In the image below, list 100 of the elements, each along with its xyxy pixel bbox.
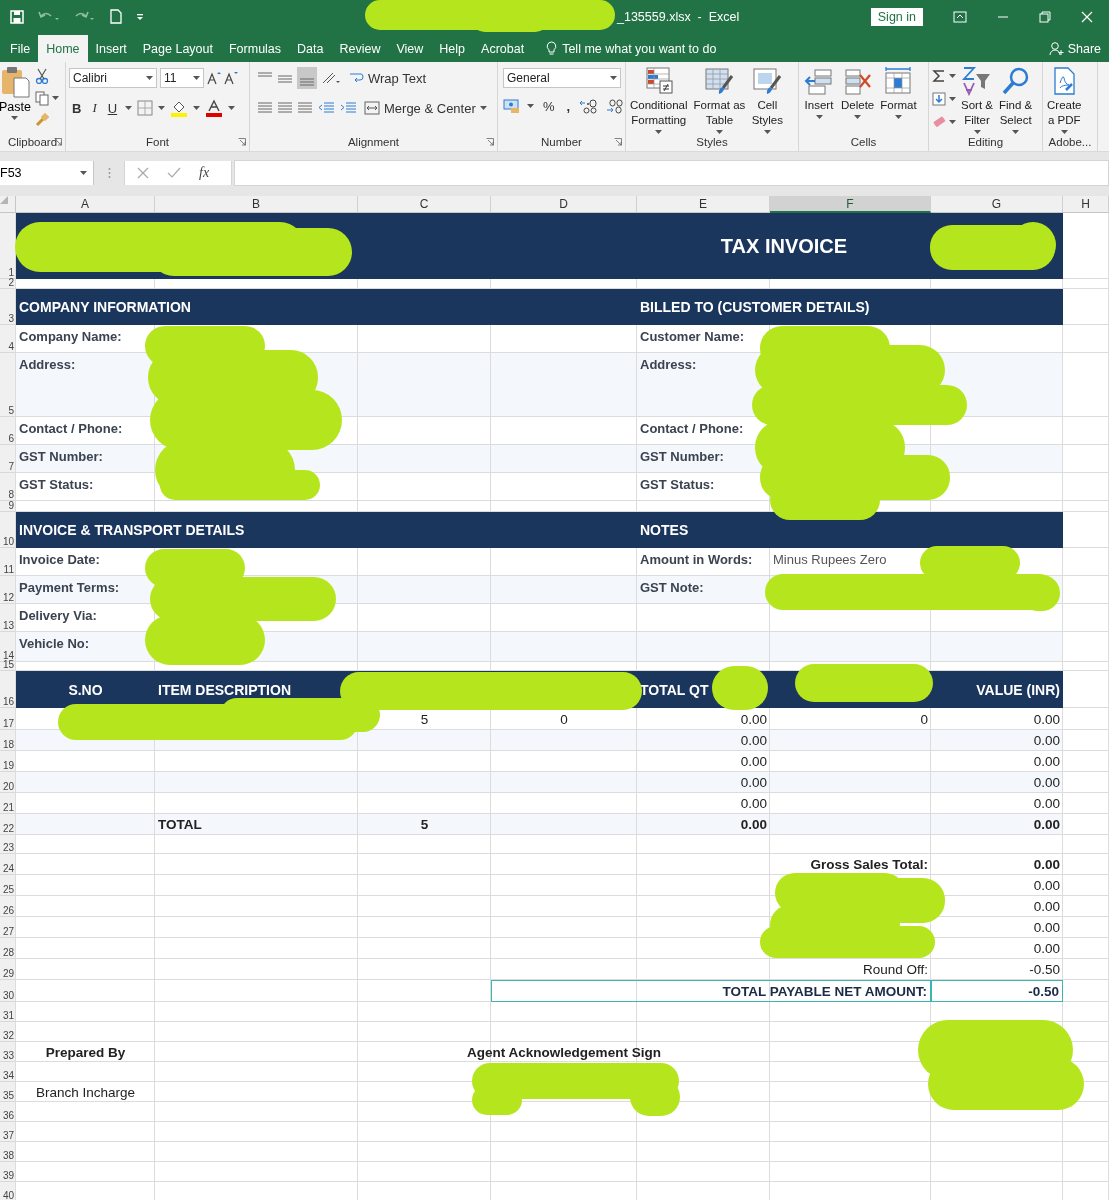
- row-header[interactable]: 12: [0, 576, 16, 604]
- row-header[interactable]: 10: [0, 512, 16, 548]
- underline-button[interactable]: U: [104, 100, 121, 116]
- bold-button[interactable]: B: [69, 100, 85, 116]
- row-header[interactable]: 37: [0, 1122, 16, 1142]
- caret-icon[interactable]: [193, 75, 200, 81]
- caret-icon[interactable]: [479, 105, 487, 111]
- row-header[interactable]: 3: [0, 289, 16, 325]
- row-header[interactable]: 31: [0, 1002, 16, 1022]
- row-header[interactable]: 24: [0, 854, 16, 875]
- caret-icon[interactable]: [228, 105, 236, 111]
- wrap-text-button[interactable]: Wrap Text: [345, 70, 430, 86]
- row-header[interactable]: 40: [0, 1182, 16, 1200]
- ribbon-button[interactable]: Format: [879, 66, 918, 133]
- decrease-font-icon[interactable]: [224, 71, 238, 85]
- orientation-icon[interactable]: [321, 71, 341, 85]
- ribbon-button[interactable]: Cell Styles: [750, 66, 785, 133]
- caret-icon[interactable]: [949, 96, 956, 102]
- menu-tab[interactable]: Data: [289, 35, 332, 62]
- menu-tab[interactable]: View: [388, 35, 432, 62]
- column-header[interactable]: G: [931, 196, 1063, 213]
- row-header[interactable]: 19: [0, 751, 16, 772]
- fill-color-icon[interactable]: [170, 99, 189, 117]
- font-name-dropdown[interactable]: Calibri: [69, 68, 157, 88]
- insert-function-button[interactable]: fx: [199, 165, 210, 181]
- row-header[interactable]: 13: [0, 604, 16, 632]
- menu-tab[interactable]: Insert: [87, 35, 135, 62]
- paste-button[interactable]: Paste: [0, 66, 31, 133]
- row-header[interactable]: 20: [0, 772, 16, 793]
- menu-tab[interactable]: Help: [431, 35, 474, 62]
- row-header[interactable]: 6: [0, 417, 16, 445]
- enter-check-icon[interactable]: [167, 167, 181, 179]
- fill-down-icon[interactable]: [932, 92, 946, 106]
- menu-tab[interactable]: File: [2, 35, 39, 62]
- caret-icon[interactable]: [80, 170, 87, 176]
- dialog-launcher-icon[interactable]: [614, 138, 622, 146]
- caret-icon[interactable]: [949, 73, 956, 79]
- formula-input[interactable]: [234, 160, 1109, 186]
- row-header[interactable]: 34: [0, 1062, 16, 1082]
- row-header[interactable]: 36: [0, 1102, 16, 1122]
- caret-icon[interactable]: [815, 115, 823, 120]
- ribbon-button[interactable]: Find & Select: [998, 66, 1034, 133]
- autosum-icon[interactable]: [932, 69, 946, 83]
- customize-toolbar-icon[interactable]: [136, 12, 144, 21]
- ribbon-button[interactable]: Delete: [840, 66, 876, 133]
- ribbon-button[interactable]: Create a PDF: [1046, 66, 1083, 133]
- caret-icon[interactable]: [11, 116, 19, 121]
- column-header[interactable]: H: [1063, 196, 1109, 213]
- cell-brush-icon[interactable]: [751, 66, 784, 96]
- ribbon-button[interactable]: Insert: [802, 66, 836, 133]
- number-format-dropdown[interactable]: General: [503, 68, 621, 88]
- sort-filter-icon[interactable]: [961, 66, 993, 96]
- caret-icon[interactable]: [125, 105, 133, 111]
- dialog-launcher-icon[interactable]: [486, 138, 494, 146]
- row-header[interactable]: 28: [0, 938, 16, 959]
- row-header[interactable]: 23: [0, 835, 16, 854]
- percent-button[interactable]: %: [540, 98, 558, 114]
- close-icon[interactable]: [1081, 10, 1093, 23]
- column-header[interactable]: C: [358, 196, 491, 213]
- caret-icon[interactable]: [894, 115, 902, 120]
- caret-icon[interactable]: [1060, 130, 1068, 135]
- ribbon-button[interactable]: Format as Table: [692, 66, 747, 133]
- insert-cells-icon[interactable]: [803, 66, 835, 96]
- row-header[interactable]: 21: [0, 793, 16, 814]
- row-header[interactable]: 38: [0, 1142, 16, 1162]
- row-header[interactable]: 29: [0, 959, 16, 980]
- save-icon[interactable]: [10, 9, 24, 24]
- row-header[interactable]: 30: [0, 980, 16, 1002]
- caret-icon[interactable]: [146, 75, 153, 81]
- lightbulb-icon[interactable]: [546, 41, 558, 56]
- copy-icon[interactable]: [34, 91, 49, 106]
- row-header[interactable]: 1: [0, 213, 16, 279]
- column-header[interactable]: E: [637, 196, 770, 213]
- ribbon-button[interactable]: Sort & Filter: [960, 66, 994, 133]
- menu-tab[interactable]: Review: [331, 35, 389, 62]
- menu-tab[interactable]: Acrobat: [473, 35, 533, 62]
- caret-icon[interactable]: [51, 96, 59, 101]
- row-header[interactable]: 17: [0, 708, 16, 730]
- caret-icon[interactable]: [763, 130, 771, 135]
- caret-icon[interactable]: [949, 119, 956, 125]
- cut-icon[interactable]: [34, 68, 49, 84]
- increase-font-icon[interactable]: [207, 71, 221, 85]
- caret-icon[interactable]: [610, 75, 617, 81]
- ribbon-display-icon[interactable]: [953, 10, 967, 23]
- column-header[interactable]: B: [155, 196, 358, 213]
- menu-tab[interactable]: Formulas: [220, 35, 290, 62]
- caret-icon[interactable]: [854, 115, 862, 120]
- row-header[interactable]: 26: [0, 896, 16, 917]
- caret-icon[interactable]: [715, 130, 723, 135]
- caret-icon[interactable]: [655, 130, 663, 135]
- row-header[interactable]: 4: [0, 325, 16, 353]
- font-size-dropdown[interactable]: 11: [160, 68, 204, 88]
- row-header[interactable]: 27: [0, 917, 16, 938]
- caret-icon[interactable]: [158, 105, 166, 111]
- row-header[interactable]: 22: [0, 814, 16, 835]
- currency-icon[interactable]: [503, 98, 521, 114]
- font-color-icon[interactable]: [205, 99, 224, 117]
- column-header[interactable]: F: [770, 196, 931, 213]
- row-header[interactable]: 18: [0, 730, 16, 751]
- row-header[interactable]: 39: [0, 1162, 16, 1182]
